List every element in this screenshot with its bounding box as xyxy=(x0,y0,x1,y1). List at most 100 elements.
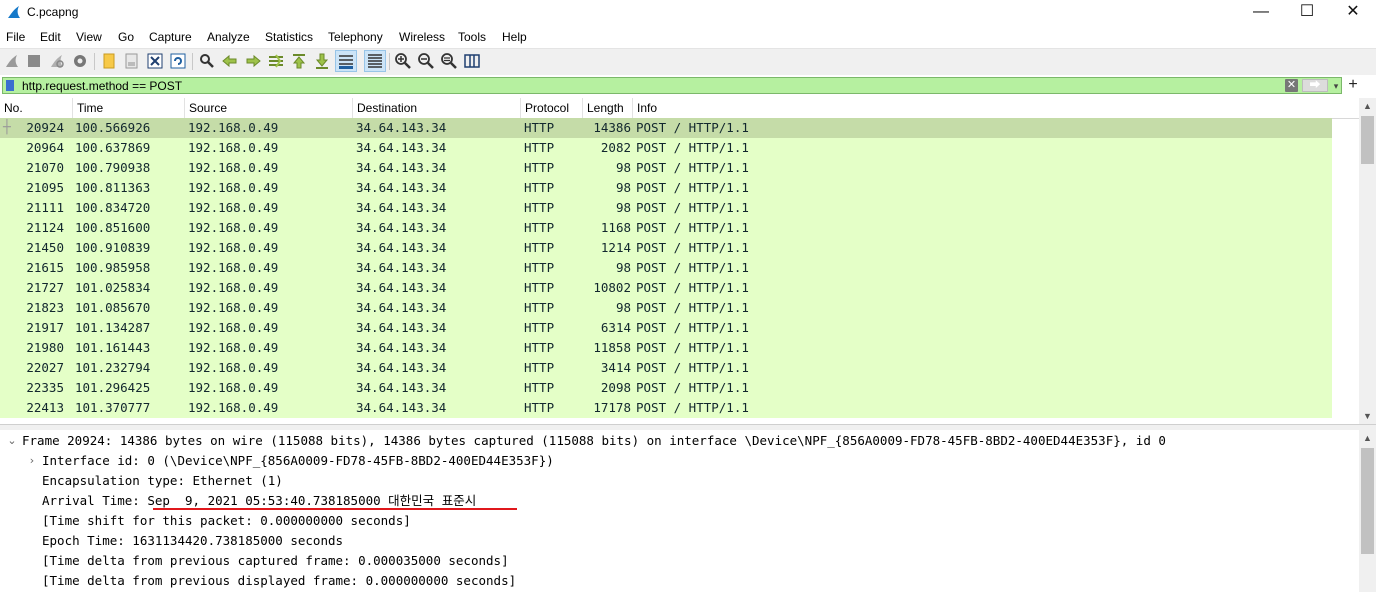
open-file-icon[interactable] xyxy=(100,52,118,70)
add-filter-button[interactable]: + xyxy=(1346,76,1360,94)
detail-row[interactable]: Frame 20924: 14386 bytes on wire (115088… xyxy=(22,431,1166,451)
reload-file-icon[interactable] xyxy=(169,52,187,70)
close-button[interactable]: ✕ xyxy=(1330,0,1376,24)
red-underline-annotation xyxy=(153,508,517,510)
scroll-up-icon[interactable]: ▲ xyxy=(1359,98,1376,114)
packet-cell-dst: 34.64.143.34 xyxy=(356,340,447,355)
go-back-icon[interactable] xyxy=(221,52,239,70)
detail-row[interactable]: Interface id: 0 (\Device\NPF_{856A0009-F… xyxy=(42,451,554,471)
packet-cell-len: 98 xyxy=(615,260,631,275)
packet-row[interactable]: 21124 100.851600 192.168.0.49 34.64.143.34 H… xyxy=(0,218,1332,238)
column-header-info[interactable]: Info xyxy=(633,98,1333,118)
packet-cell-len: 1214 xyxy=(600,240,631,255)
packet-row[interactable]: 20964 100.637869 192.168.0.49 34.64.143.34 H… xyxy=(0,138,1332,158)
scroll-down-icon[interactable]: ▼ xyxy=(1359,408,1376,424)
go-last-icon[interactable] xyxy=(313,52,331,70)
menu-go[interactable]: Go xyxy=(118,30,134,44)
detail-row[interactable]: [Time delta from previous displayed fram… xyxy=(42,571,516,591)
packet-row[interactable]: 21727 101.025834 192.168.0.49 34.64.143.34 H… xyxy=(0,278,1332,298)
menu-analyze[interactable]: Analyze xyxy=(207,30,250,44)
stop-capture-icon[interactable] xyxy=(25,52,43,70)
apply-filter-button[interactable]: ⮕ xyxy=(1302,79,1328,92)
packet-list-scrollbar[interactable]: ▲ ▼ xyxy=(1359,98,1376,424)
display-filter-text[interactable]: http.request.method == POST xyxy=(22,79,182,93)
menu-statistics[interactable]: Statistics xyxy=(265,30,313,44)
column-header-no[interactable]: No. xyxy=(0,98,73,118)
resize-columns-icon[interactable] xyxy=(463,52,481,70)
packet-cell-no: 21095 xyxy=(26,180,64,195)
menu-file[interactable]: File xyxy=(6,30,25,44)
column-header-length[interactable]: Length xyxy=(583,98,633,118)
main-toolbar xyxy=(0,48,1376,76)
display-filter-input[interactable]: http.request.method == POST ✕ ⮕ ▾ xyxy=(2,77,1342,94)
packet-row[interactable]: 21823 101.085670 192.168.0.49 34.64.143.34 H… xyxy=(0,298,1332,318)
start-capture-icon[interactable] xyxy=(3,52,21,70)
restart-capture-icon[interactable] xyxy=(48,52,66,70)
packet-row[interactable]: 22335 101.296425 192.168.0.49 34.64.143.34 H… xyxy=(0,378,1332,398)
title-bar: C.pcapng — ☐ ✕ xyxy=(0,0,1376,26)
detail-row[interactable]: Epoch Time: 1631134420.738185000 seconds xyxy=(42,531,343,551)
packet-cell-len: 1168 xyxy=(600,220,631,235)
packet-cell-info: POST / HTTP/1.1 xyxy=(636,280,749,295)
packet-row[interactable]: 22413 101.370777 192.168.0.49 34.64.143.34 H… xyxy=(0,398,1332,418)
zoom-out-icon[interactable] xyxy=(417,52,435,70)
column-header-destination[interactable]: Destination xyxy=(353,98,521,118)
zoom-normal-icon[interactable] xyxy=(440,52,458,70)
packet-cell-dst: 34.64.143.34 xyxy=(356,240,447,255)
detail-row[interactable]: [Time delta from previous captured frame… xyxy=(42,551,509,571)
autoscroll-icon[interactable] xyxy=(335,50,357,72)
packet-cell-dst: 34.64.143.34 xyxy=(356,400,447,415)
zoom-in-icon[interactable] xyxy=(394,52,412,70)
packet-row[interactable]: 21980 101.161443 192.168.0.49 34.64.143.34 H… xyxy=(0,338,1332,358)
scroll-up-icon[interactable]: ▲ xyxy=(1359,430,1376,446)
packet-cell-len: 3414 xyxy=(600,360,631,375)
colorize-icon[interactable] xyxy=(364,50,386,72)
packet-row[interactable]: ┼ 20924 100.566926 192.168.0.49 34.64.143.34… xyxy=(0,118,1332,138)
scrollbar-thumb[interactable] xyxy=(1361,448,1374,554)
packet-cell-dst: 34.64.143.34 xyxy=(356,320,447,335)
packet-cell-len: 98 xyxy=(615,300,631,315)
packet-cell-no: 22027 xyxy=(26,360,64,375)
chevron-down-icon[interactable]: ⌄ xyxy=(6,431,18,451)
go-forward-icon[interactable] xyxy=(244,52,262,70)
chevron-right-icon[interactable]: › xyxy=(26,451,38,471)
packet-cell-info: POST / HTTP/1.1 xyxy=(636,160,749,175)
packet-row[interactable]: 21450 100.910839 192.168.0.49 34.64.143.34 H… xyxy=(0,238,1332,258)
column-header-protocol[interactable]: Protocol xyxy=(521,98,583,118)
menu-view[interactable]: View xyxy=(76,30,102,44)
close-file-icon[interactable] xyxy=(146,52,164,70)
menu-edit[interactable]: Edit xyxy=(40,30,61,44)
clear-filter-icon[interactable]: ✕ xyxy=(1285,79,1298,92)
packet-row[interactable]: 21615 100.985958 192.168.0.49 34.64.143.34 H… xyxy=(0,258,1332,278)
menu-wireless[interactable]: Wireless xyxy=(399,30,445,44)
packet-cell-proto: HTTP xyxy=(524,200,555,215)
maximize-button[interactable]: ☐ xyxy=(1284,0,1330,24)
detail-row[interactable]: Encapsulation type: Ethernet (1) xyxy=(42,471,283,491)
packet-cell-dst: 34.64.143.34 xyxy=(356,140,447,155)
find-packet-icon[interactable] xyxy=(198,52,216,70)
toolbar-separator xyxy=(192,53,193,70)
chevron-down-icon[interactable]: ▾ xyxy=(1331,80,1341,92)
packet-cell-no: 20924 xyxy=(26,120,64,135)
packet-row[interactable]: 21070 100.790938 192.168.0.49 34.64.143.34 H… xyxy=(0,158,1332,178)
packet-row[interactable]: 22027 101.232794 192.168.0.49 34.64.143.34 H… xyxy=(0,358,1332,378)
column-header-time[interactable]: Time xyxy=(73,98,185,118)
menu-capture[interactable]: Capture xyxy=(149,30,192,44)
details-scrollbar[interactable]: ▲ xyxy=(1359,430,1376,592)
scrollbar-thumb[interactable] xyxy=(1361,116,1374,164)
menu-telephony[interactable]: Telephony xyxy=(328,30,383,44)
packet-row[interactable]: 21111 100.834720 192.168.0.49 34.64.143.34 H… xyxy=(0,198,1332,218)
detail-row[interactable]: [Time shift for this packet: 0.000000000… xyxy=(42,511,411,531)
save-file-icon[interactable] xyxy=(123,52,141,70)
packet-row[interactable]: 21917 101.134287 192.168.0.49 34.64.143.34 H… xyxy=(0,318,1332,338)
menu-tools[interactable]: Tools xyxy=(458,30,486,44)
go-to-packet-icon[interactable] xyxy=(267,52,285,70)
packet-row[interactable]: 21095 100.811363 192.168.0.49 34.64.143.34 H… xyxy=(0,178,1332,198)
packet-cell-info: POST / HTTP/1.1 xyxy=(636,380,749,395)
go-first-icon[interactable] xyxy=(290,52,308,70)
column-header-source[interactable]: Source xyxy=(185,98,353,118)
capture-options-icon[interactable] xyxy=(71,52,89,70)
minimize-button[interactable]: — xyxy=(1238,0,1284,24)
menu-help[interactable]: Help xyxy=(502,30,527,44)
bookmark-icon[interactable] xyxy=(6,80,14,91)
